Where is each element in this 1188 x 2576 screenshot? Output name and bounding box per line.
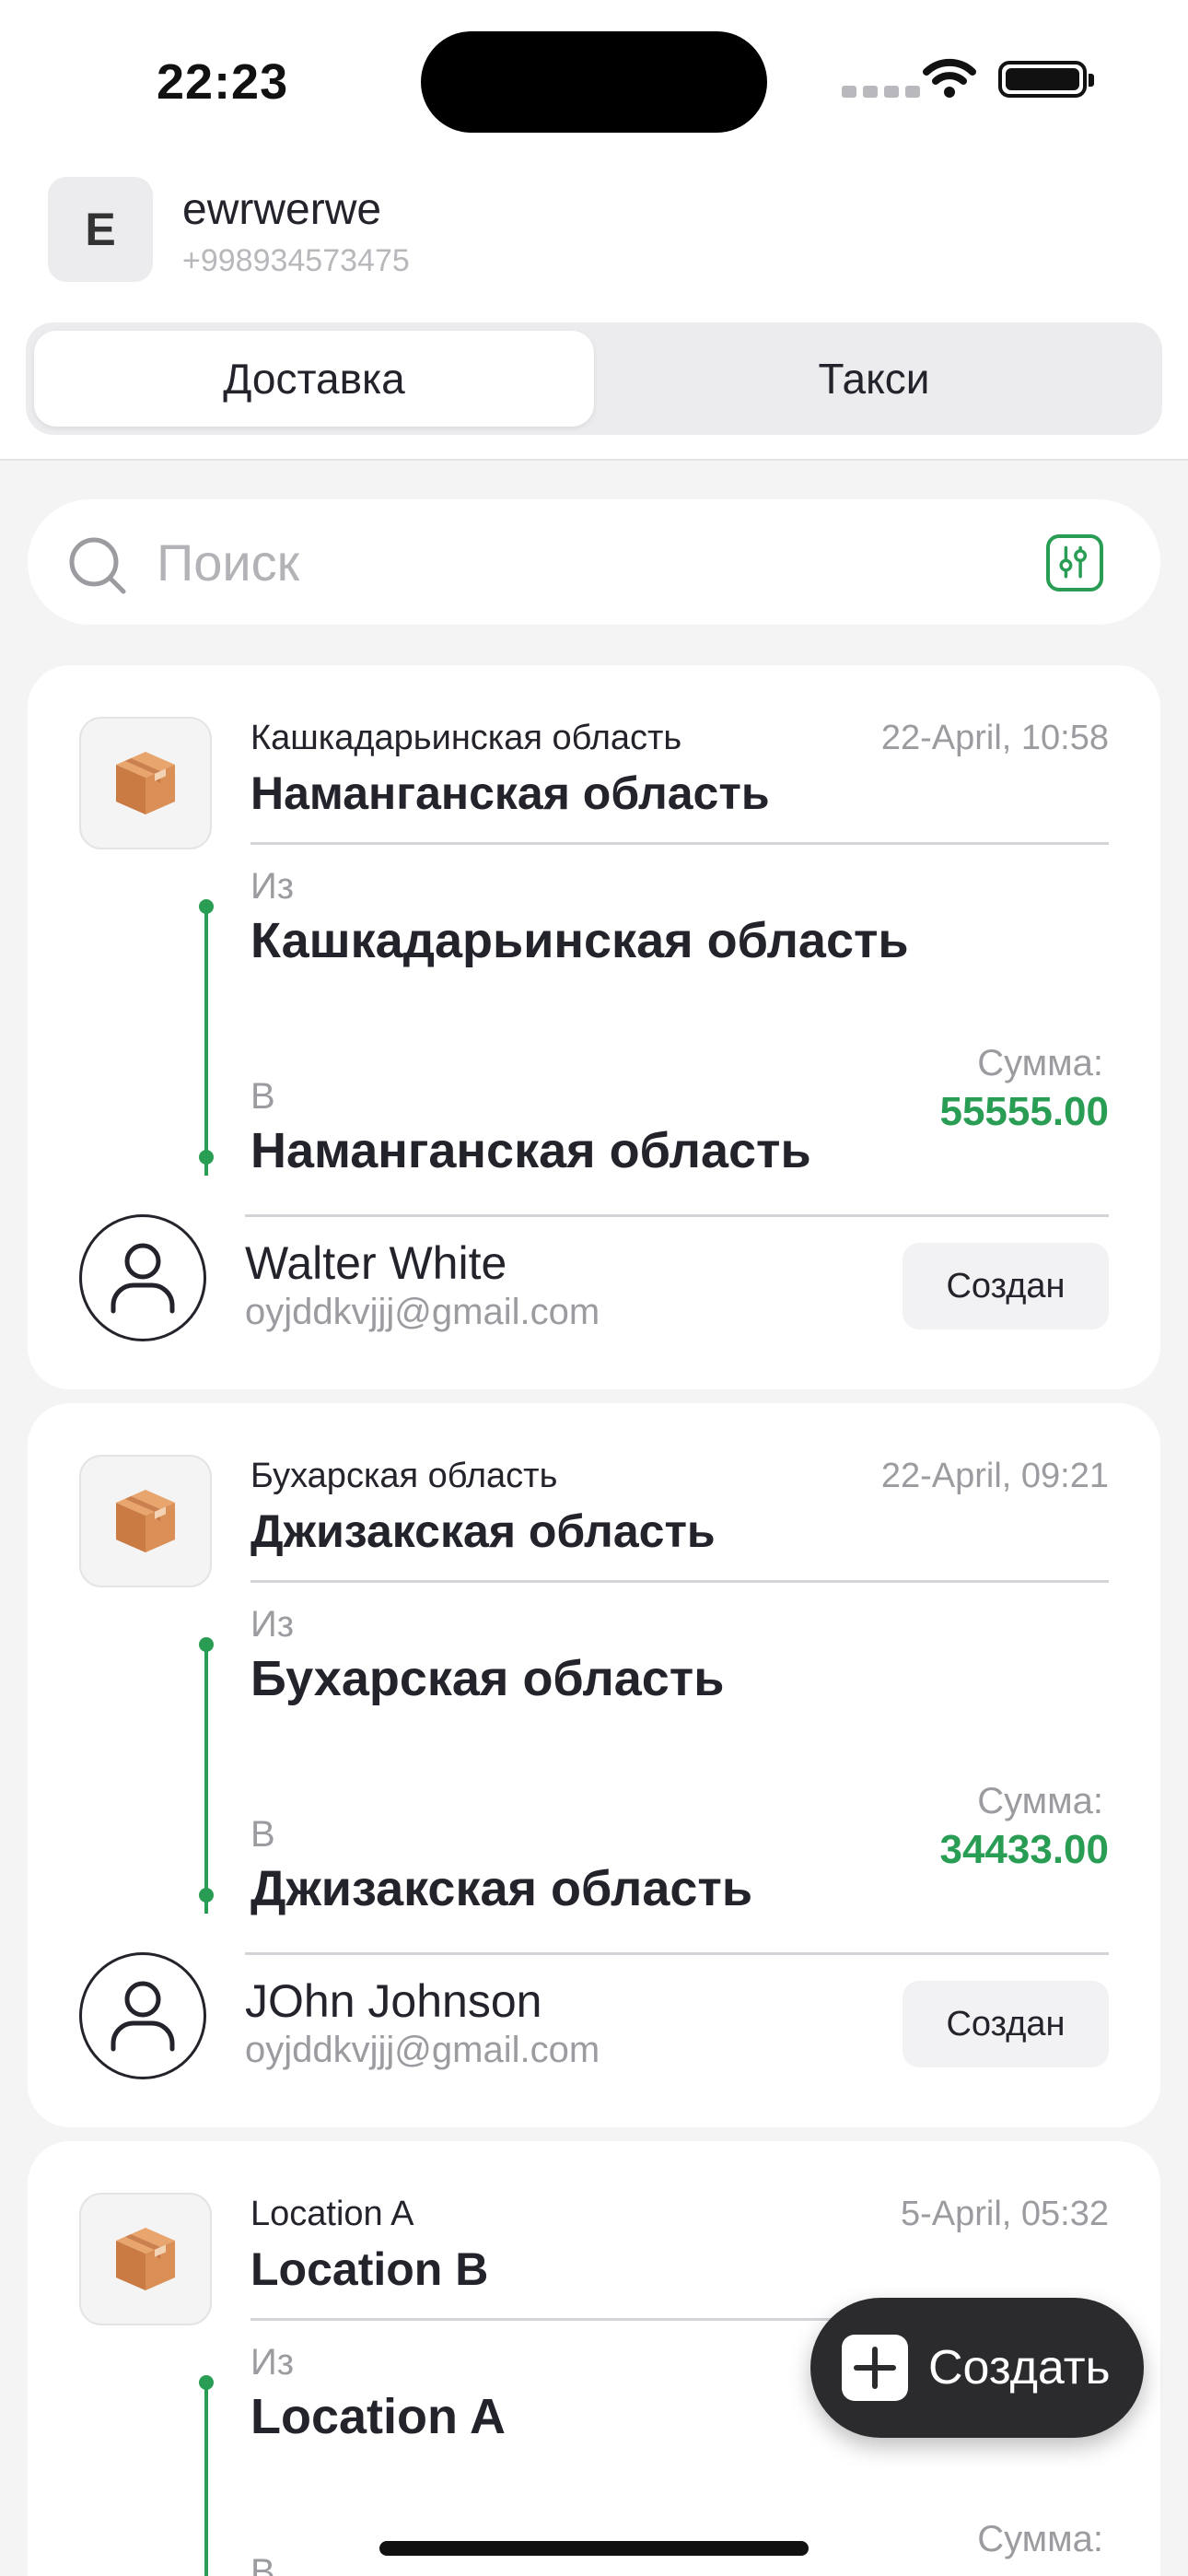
divider	[250, 842, 1109, 845]
search-icon	[69, 537, 126, 594]
order-route-from: Location A	[250, 2195, 414, 2233]
sum-label: Сумма:	[977, 2519, 1103, 2559]
timeline-end-dot	[199, 1888, 214, 1903]
sum-label: Сумма:	[977, 1781, 1103, 1821]
order-datetime: 5-April, 05:32	[900, 2195, 1109, 2233]
from-label: Из	[250, 2342, 295, 2383]
dynamic-island	[421, 31, 767, 133]
order-datetime: 22-April, 09:21	[880, 1457, 1109, 1495]
order-route-to: Наманганская область	[250, 767, 770, 819]
package-icon	[79, 1455, 212, 1587]
order-route-from: Бухарская область	[250, 1457, 558, 1495]
order-datetime: 22-April, 10:58	[880, 719, 1109, 757]
order-route-from: Кашкадарьинская область	[250, 719, 682, 757]
divider	[245, 1214, 1109, 1217]
customer-name: Walter White	[245, 1237, 507, 1289]
package-icon	[79, 717, 212, 849]
to-label: В	[250, 1076, 275, 1117]
to-value: Джизакская область	[250, 1861, 753, 1916]
timeline-start-dot	[199, 2375, 214, 2390]
route-timeline	[204, 1645, 208, 1914]
divider	[250, 1580, 1109, 1583]
plus-icon	[842, 2335, 908, 2401]
customer-avatar-icon	[79, 1952, 206, 2079]
to-label: В	[250, 2552, 275, 2576]
create-order-button[interactable]: Создать	[810, 2298, 1144, 2438]
from-value: Бухарская область	[250, 1651, 725, 1706]
sum-label: Сумма:	[977, 1043, 1103, 1083]
sum-value: 55555.00	[939, 1089, 1109, 1134]
service-segmented-control: Доставка Такси	[26, 322, 1162, 435]
route-timeline	[204, 907, 208, 1176]
customer-avatar-icon	[79, 1214, 206, 1341]
sum-value: 34433.00	[939, 1827, 1109, 1872]
order-route-to: Джизакская область	[250, 1505, 716, 1557]
from-label: Из	[250, 866, 295, 907]
to-value: Наманганская область	[250, 1123, 811, 1178]
customer-email: oyjddkvjjj@gmail.com	[245, 1292, 600, 1332]
order-route-to: Location B	[250, 2243, 489, 2295]
status-time: 22:23	[157, 54, 289, 110]
battery-icon	[998, 61, 1094, 98]
package-icon	[79, 2193, 212, 2325]
profile-avatar[interactable]: E	[48, 177, 153, 282]
divider	[245, 1952, 1109, 1955]
from-value: Кашкадарьинская область	[250, 913, 909, 968]
timeline-start-dot	[199, 899, 214, 914]
app-header: 22:23 E ewrwerwe +998934573475 Доставка …	[0, 0, 1188, 461]
status-badge: Создан	[903, 1981, 1109, 2067]
home-indicator[interactable]	[379, 2541, 809, 2556]
tab-taxi[interactable]: Такси	[594, 331, 1154, 427]
timeline-start-dot	[199, 1637, 214, 1652]
profile-name: ewrwerwe	[182, 185, 382, 234]
from-value: Location A	[250, 2389, 506, 2444]
customer-email: oyjddkvjjj@gmail.com	[245, 2030, 600, 2070]
search-bar	[28, 499, 1160, 625]
filter-icon[interactable]	[1046, 534, 1103, 591]
route-timeline	[204, 2383, 208, 2576]
search-input[interactable]	[157, 525, 1022, 599]
profile-phone: +998934573475	[182, 243, 410, 278]
create-order-label: Создать	[928, 2341, 1111, 2395]
order-card[interactable]: Кашкадарьинская область 22-April, 10:58 …	[28, 665, 1160, 1389]
tab-delivery[interactable]: Доставка	[34, 331, 594, 427]
from-label: Из	[250, 1604, 295, 1645]
wifi-icon	[923, 58, 976, 98]
to-label: В	[250, 1814, 275, 1855]
order-card[interactable]: Бухарская область 22-April, 09:21 Джизак…	[28, 1403, 1160, 2127]
timeline-end-dot	[199, 1150, 214, 1165]
cellular-signal-icon	[842, 86, 920, 98]
status-badge: Создан	[903, 1243, 1109, 1329]
customer-name: JOhn Johnson	[245, 1975, 542, 2027]
